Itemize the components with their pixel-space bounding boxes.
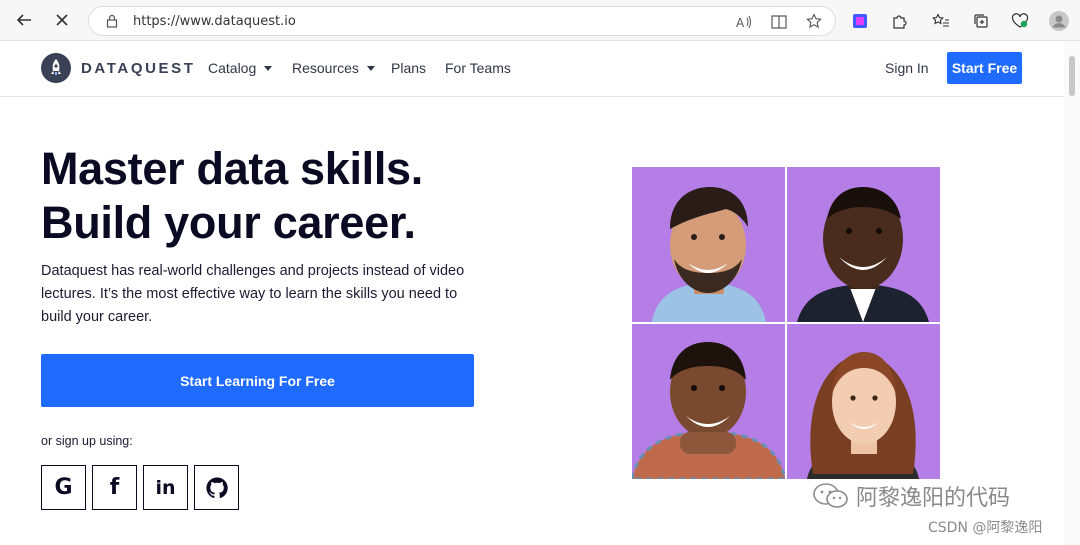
nav-for-teams[interactable]: For Teams xyxy=(445,60,511,76)
logo-text: DATAQUEST xyxy=(81,59,196,77)
site-header: DATAQUEST Catalog Resources Plans For Te… xyxy=(0,41,1064,97)
nav-resources-label: Resources xyxy=(292,60,359,76)
linkedin-signup-button[interactable]: in xyxy=(143,465,188,510)
lock-icon[interactable] xyxy=(105,14,119,28)
rocket-icon xyxy=(41,53,71,83)
headline-line-1: Master data skills. xyxy=(41,143,423,194)
favorite-star-icon[interactable] xyxy=(805,12,823,30)
svg-text:A: A xyxy=(736,16,745,29)
google-signup-button[interactable]: G xyxy=(41,465,86,510)
favorites-list-icon[interactable] xyxy=(931,11,951,31)
stop-loading-icon[interactable] xyxy=(50,8,74,32)
url-text[interactable]: https://www.dataquest.io xyxy=(133,14,296,29)
collections-icon[interactable] xyxy=(971,11,991,31)
health-heart-icon[interactable] xyxy=(1010,11,1030,31)
nav-catalog[interactable]: Catalog xyxy=(208,60,273,76)
watermark: 阿黎逸阳的代码 xyxy=(812,480,1010,512)
caret-down-icon xyxy=(264,65,273,71)
nav-plans[interactable]: Plans xyxy=(391,60,426,76)
extensions-puzzle-icon[interactable] xyxy=(889,11,909,31)
hero-subtext: Dataquest has real-world challenges and … xyxy=(41,263,465,325)
sign-in-link[interactable]: Sign In xyxy=(885,60,929,76)
photo-person-4 xyxy=(787,324,940,479)
headline-line-2: Build your career. xyxy=(41,197,416,248)
caret-down-icon xyxy=(366,65,375,71)
back-arrow-icon[interactable] xyxy=(12,8,36,32)
start-free-button[interactable]: Start Free xyxy=(947,52,1022,84)
nav-for-teams-label: For Teams xyxy=(445,60,511,76)
scrollbar-thumb[interactable] xyxy=(1069,56,1075,96)
photo-person-2 xyxy=(787,167,940,322)
start-learning-button[interactable]: Start Learning For Free xyxy=(41,354,474,407)
hero-headline: Master data skills. Build your career. xyxy=(41,142,423,250)
linkedin-icon: in xyxy=(155,476,176,499)
watermark-subtext: CSDN @阿黎逸阳 xyxy=(928,520,1043,536)
wechat-icon xyxy=(813,483,848,508)
read-aloud-icon[interactable]: A xyxy=(735,13,753,31)
nav-plans-label: Plans xyxy=(391,60,427,76)
profile-avatar-icon[interactable] xyxy=(1049,11,1069,31)
facebook-icon: f xyxy=(109,475,120,500)
page-scrollbar[interactable] xyxy=(1064,41,1080,545)
github-signup-button[interactable] xyxy=(194,465,239,510)
photo-person-1 xyxy=(632,167,785,322)
facebook-signup-button[interactable]: f xyxy=(92,465,137,510)
dataquest-logo[interactable]: DATAQUEST xyxy=(41,53,196,83)
browser-toolbar: https://www.dataquest.io A xyxy=(0,0,1080,41)
photo-person-3 xyxy=(632,324,785,479)
watermark-text: 阿黎逸阳的代码 xyxy=(856,486,1011,511)
nav-resources[interactable]: Resources xyxy=(292,60,375,76)
google-icon: G xyxy=(54,475,73,500)
nav-catalog-label: Catalog xyxy=(208,60,257,76)
github-icon xyxy=(205,476,228,498)
address-bar[interactable]: https://www.dataquest.io xyxy=(88,6,836,36)
signup-label: or sign up using: xyxy=(41,434,133,448)
extension-colorful-icon[interactable] xyxy=(850,11,870,31)
reading-view-icon[interactable] xyxy=(770,13,788,31)
